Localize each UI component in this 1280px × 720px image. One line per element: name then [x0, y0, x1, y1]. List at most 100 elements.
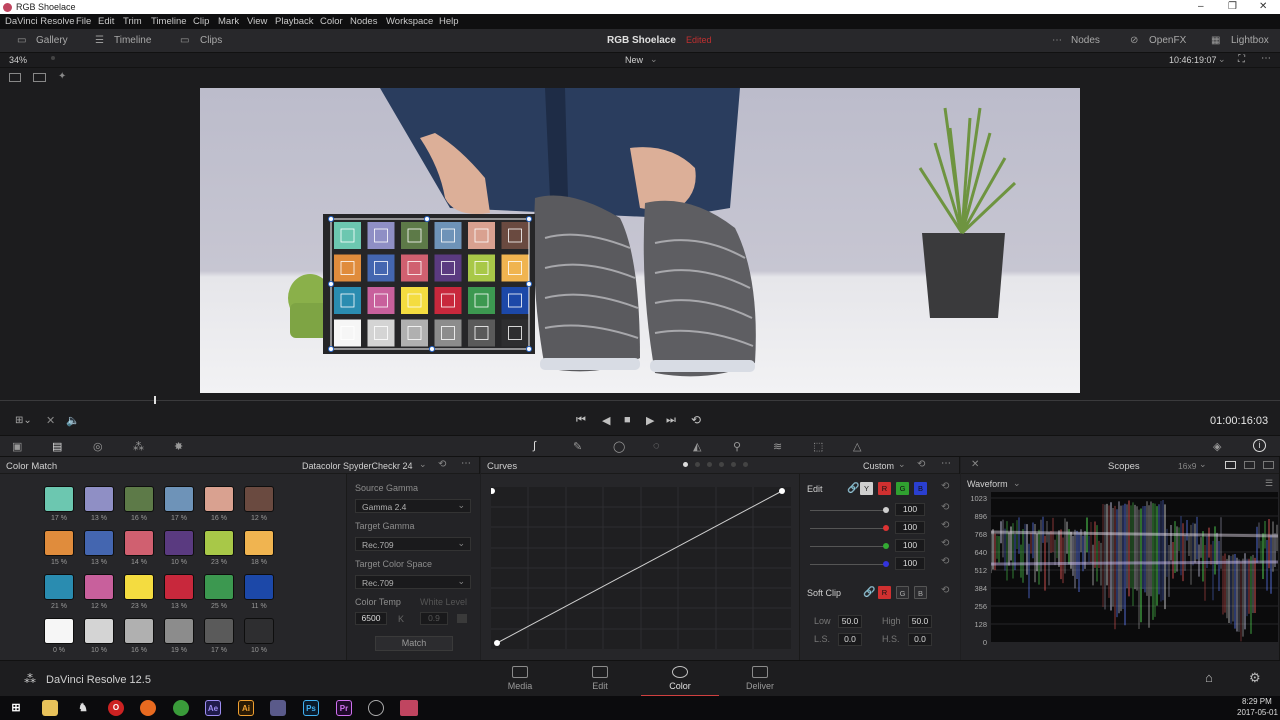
windows-start-icon[interactable]: ⊞	[8, 700, 24, 716]
swatch-chip[interactable]	[164, 574, 194, 600]
close-icon[interactable]: ✕	[1259, 1, 1267, 12]
menu-clip[interactable]: Clip	[193, 16, 209, 27]
color-temp-input[interactable]: 6500	[355, 612, 387, 625]
app-circle-icon[interactable]	[368, 700, 384, 716]
swatch-chip[interactable]	[124, 486, 154, 512]
info-icon[interactable]: i	[1253, 439, 1266, 452]
quad-scope-icon[interactable]	[1263, 461, 1274, 469]
color-match-icon[interactable]: ▤	[52, 440, 62, 453]
firefox-icon[interactable]	[140, 700, 156, 716]
swatch-chip[interactable]	[204, 486, 234, 512]
swatch-chip[interactable]	[204, 618, 234, 644]
camera-raw-icon[interactable]: ▣	[12, 440, 22, 453]
clips-button[interactable]: Clips	[200, 35, 222, 46]
go-to-start-icon[interactable]: ⏮	[576, 414, 586, 427]
stop-icon[interactable]: ■	[624, 414, 631, 426]
motion-effects-icon[interactable]: ✸	[174, 440, 183, 453]
intensity-slider[interactable]	[810, 525, 889, 531]
swatch-chip[interactable]	[244, 574, 274, 600]
swatch-chip[interactable]	[124, 530, 154, 556]
power-window-icon[interactable]: ◯	[613, 440, 625, 453]
qualifier-icon[interactable]: ✎	[573, 440, 582, 453]
swatch-chip[interactable]	[244, 530, 274, 556]
menu-mark[interactable]: Mark	[218, 16, 239, 27]
page-dot[interactable]	[695, 462, 700, 467]
slider-knob[interactable]	[883, 507, 889, 513]
match-button[interactable]: Match	[375, 636, 453, 651]
swatch-chip[interactable]	[164, 618, 194, 644]
intensity-input[interactable]: 100	[895, 539, 925, 552]
opera-icon[interactable]: O	[108, 700, 124, 716]
page-dot[interactable]	[707, 462, 712, 467]
magic-wand-icon[interactable]: ✦	[58, 71, 66, 82]
curve-mode-select[interactable]: Custom	[863, 461, 894, 471]
low-input[interactable]: 50.0	[838, 615, 862, 628]
app-icon[interactable]	[270, 700, 286, 716]
menu-nodes[interactable]: Nodes	[350, 16, 377, 27]
loop-icon[interactable]: ⟲	[691, 413, 701, 427]
file-explorer-icon[interactable]	[42, 700, 58, 716]
slider-knob[interactable]	[883, 543, 889, 549]
target-color-space-select[interactable]: Rec.709 ⌄	[355, 575, 471, 589]
bypass-icon[interactable]: ✕	[46, 414, 55, 427]
menu-edit[interactable]: Edit	[98, 16, 114, 27]
scopes-grid-select[interactable]: 16x9	[1178, 461, 1196, 471]
page-dot-active[interactable]	[683, 462, 688, 467]
menu-trim[interactable]: Trim	[123, 16, 142, 27]
reset-icon[interactable]: ⟲	[941, 556, 949, 567]
3d-icon[interactable]: ⬚	[813, 440, 823, 453]
reset-icon[interactable]: ⟲	[438, 459, 446, 470]
single-view-icon[interactable]	[9, 73, 21, 82]
swatch-chip[interactable]	[84, 574, 114, 600]
swatch-chip[interactable]	[124, 574, 154, 600]
white-level-picker-icon[interactable]	[457, 614, 467, 623]
settings-icon[interactable]: ⚙	[1249, 670, 1261, 686]
more-options-icon[interactable]: ⋯	[461, 458, 471, 469]
hs-input[interactable]: 0.0	[908, 633, 932, 646]
slider-knob[interactable]	[883, 561, 889, 567]
nodes-button[interactable]: Nodes	[1071, 35, 1100, 46]
layout-menu-icon[interactable]: ⊞⌄	[15, 415, 32, 426]
audio-icon[interactable]: 🔈	[66, 414, 80, 427]
menu-view[interactable]: View	[247, 16, 267, 27]
reset-icon[interactable]: ⟲	[941, 481, 949, 492]
sizing-icon[interactable]: ≋	[773, 440, 782, 453]
swatch-chip[interactable]	[44, 530, 74, 556]
chart-select[interactable]: Datacolor SpyderCheckr 24	[302, 461, 413, 471]
dual-scope-icon[interactable]	[1244, 461, 1255, 469]
intensity-slider[interactable]	[810, 561, 889, 567]
restore-icon[interactable]: ❐	[1228, 1, 1237, 12]
reset-icon[interactable]: ⟲	[941, 520, 949, 531]
split-view-icon[interactable]	[33, 73, 46, 82]
davinci-taskbar-icon[interactable]	[400, 700, 418, 716]
menu-davinci[interactable]: DaVinci Resolve	[5, 16, 75, 27]
key-icon[interactable]: ⚲	[733, 440, 741, 453]
source-gamma-select[interactable]: Gamma 2.4 ⌄	[355, 499, 471, 513]
scrub-bar[interactable]	[0, 400, 1280, 401]
link-icon[interactable]: 🔗	[847, 483, 859, 494]
step-back-icon[interactable]: ◀	[602, 414, 610, 427]
menu-help[interactable]: Help	[439, 16, 459, 27]
playhead[interactable]	[154, 396, 156, 404]
target-gamma-select[interactable]: Rec.709 ⌄	[355, 537, 471, 551]
high-input[interactable]: 50.0	[908, 615, 932, 628]
swatch-chip[interactable]	[164, 530, 194, 556]
swatch-chip[interactable]	[44, 486, 74, 512]
blur-icon[interactable]: ◭	[693, 440, 701, 453]
premiere-icon[interactable]: Pr	[336, 700, 352, 716]
swatch-chip[interactable]	[84, 530, 114, 556]
home-icon[interactable]: ⌂	[1205, 670, 1213, 685]
scope-settings-icon[interactable]: ☰	[1265, 478, 1273, 489]
page-dot[interactable]	[719, 462, 724, 467]
channel-y-button[interactable]: Y	[860, 482, 873, 495]
fullscreen-icon[interactable]: ⛶	[1238, 54, 1245, 65]
softclip-r-button[interactable]: R	[878, 586, 891, 599]
minimize-icon[interactable]: –	[1198, 1, 1204, 12]
reset-icon[interactable]: ⟲	[941, 585, 949, 596]
softclip-g-button[interactable]: G	[896, 586, 909, 599]
page-dot[interactable]	[731, 462, 736, 467]
curve-graph[interactable]	[491, 487, 791, 649]
page-deliver[interactable]: Deliver	[730, 666, 790, 691]
swatch-chip[interactable]	[44, 618, 74, 644]
illustrator-icon[interactable]: Ai	[238, 700, 254, 716]
